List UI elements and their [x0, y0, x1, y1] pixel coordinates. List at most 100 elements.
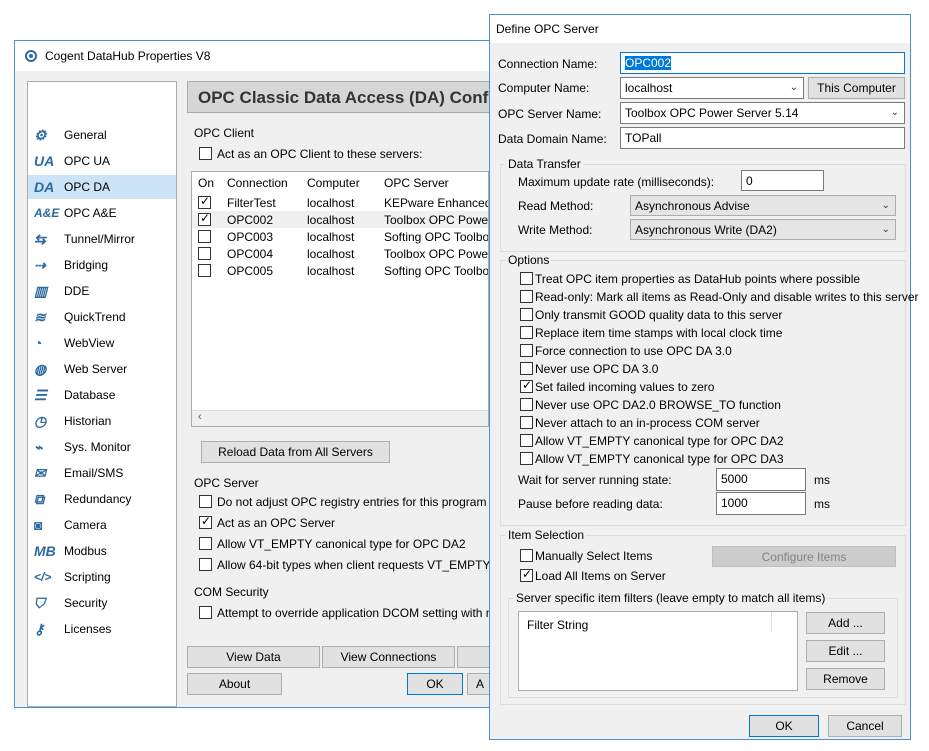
chevron-down-icon[interactable]: ⌄: [882, 220, 890, 239]
this-computer-button[interactable]: This Computer: [808, 77, 905, 99]
horizontal-scrollbar[interactable]: ‹: [192, 410, 488, 426]
chevron-down-icon[interactable]: ⌄: [790, 78, 798, 98]
sidebar-item-scripting[interactable]: </> Scripting: [28, 565, 176, 589]
sidebar-item-database[interactable]: ☰ Database: [28, 383, 176, 407]
server-name-combo[interactable]: Toolbox OPC Power Server 5.14 ⌄: [620, 102, 905, 124]
manual-select-checkbox[interactable]: [520, 549, 533, 562]
load-all-checkbox[interactable]: [520, 567, 533, 582]
about-button[interactable]: About: [187, 673, 282, 695]
read-method-label: Read Method:: [518, 199, 594, 213]
view-connections-button[interactable]: View Connections: [322, 646, 455, 668]
table-row[interactable]: OPC003 localhost Softing OPC Toolbox D: [192, 228, 488, 245]
sidebar-item-general[interactable]: ⚙ General: [28, 123, 176, 147]
server-option-checkbox[interactable]: [199, 537, 212, 550]
max-rate-input[interactable]: 0: [741, 170, 824, 191]
connection-name-input[interactable]: OPC002: [620, 52, 905, 74]
pause-reading-input[interactable]: 1000: [716, 492, 806, 515]
wait-unit-label: ms: [814, 473, 830, 487]
filter-string-column[interactable]: Filter String: [527, 618, 588, 632]
option-checkbox[interactable]: [520, 272, 533, 285]
server-name-value: Toolbox OPC Power Server 5.14: [625, 106, 799, 120]
row-enabled-checkbox[interactable]: [198, 211, 211, 226]
view-data-button[interactable]: View Data: [187, 646, 320, 668]
opc-client-group-label: OPC Client: [194, 126, 255, 140]
option-label: Replace item time stamps with local cloc…: [535, 326, 783, 340]
ua-icon: UA: [34, 153, 55, 169]
table-row[interactable]: FilterTest localhost KEPware Enhanced OPC: [192, 194, 488, 211]
row-enabled-checkbox[interactable]: [198, 194, 211, 209]
column-header-connection[interactable]: Connection: [227, 176, 288, 190]
computer-name-combo[interactable]: localhost ⌄: [620, 77, 804, 99]
connection-name-value: OPC002: [625, 56, 672, 70]
dialog-cancel-button[interactable]: Cancel: [828, 715, 902, 737]
row-enabled-checkbox[interactable]: [198, 247, 211, 260]
dcom-override-checkbox[interactable]: [199, 606, 212, 619]
load-all-label: Load All Items on Server: [535, 569, 666, 583]
option-checkbox[interactable]: [520, 344, 533, 357]
sidebar-item-opc-a-e[interactable]: A&E OPC A&E: [28, 201, 176, 225]
sidebar-item-bridging[interactable]: ⇢ Bridging: [28, 253, 176, 277]
option-checkbox[interactable]: [520, 434, 533, 447]
option-checkbox[interactable]: [520, 452, 533, 465]
sidebar-item-opc-da[interactable]: DA OPC DA: [28, 175, 176, 199]
sidebar-item-web-server[interactable]: ◍ Web Server: [28, 357, 176, 381]
add-filter-button[interactable]: Add ...: [806, 612, 885, 634]
sidebar-item-dde[interactable]: ▥ DDE: [28, 279, 176, 303]
sidebar-item-email-sms[interactable]: ✉ Email/SMS: [28, 461, 176, 485]
scroll-left-icon[interactable]: ‹: [198, 411, 202, 423]
sidebar-item-label: Bridging: [64, 258, 109, 272]
sidebar-item-webview[interactable]: ◔ WebView: [28, 331, 176, 355]
sidebar-item-redundancy[interactable]: ⧉ Redundancy: [28, 487, 176, 511]
sidebar-item-opc-ua[interactable]: UA OPC UA: [28, 149, 176, 173]
client-connections-table[interactable]: On Connection Computer OPC Server Filter…: [191, 171, 489, 427]
dcom-override-label: Attempt to override application DCOM set…: [217, 606, 535, 620]
column-header-opc-server[interactable]: OPC Server: [384, 176, 449, 190]
sidebar-item-historian[interactable]: ◷ Historian: [28, 409, 176, 433]
sidebar-item-sys-monitor[interactable]: ⌁ Sys. Monitor: [28, 435, 176, 459]
chevron-down-icon[interactable]: ⌄: [891, 103, 899, 123]
table-row[interactable]: OPC004 localhost Toolbox OPC Power Server: [192, 245, 488, 262]
data-domain-input[interactable]: TOPall: [620, 127, 905, 149]
row-enabled-checkbox[interactable]: [198, 230, 211, 243]
read-method-combo[interactable]: Asynchronous Advise ⌄: [630, 195, 896, 216]
ok-button[interactable]: OK: [407, 673, 463, 695]
option-checkbox[interactable]: [520, 308, 533, 321]
server-option-checkbox[interactable]: [199, 514, 212, 529]
extra-button[interactable]: [457, 646, 493, 668]
sidebar-item-security[interactable]: ⛉ Security: [28, 591, 176, 615]
sidebar-item-label: OPC DA: [64, 180, 111, 194]
da-icon: DA: [34, 179, 55, 195]
remove-filter-button[interactable]: Remove: [806, 668, 885, 690]
column-header-computer[interactable]: Computer: [307, 176, 360, 190]
option-checkbox[interactable]: [520, 326, 533, 339]
sidebar-item-modbus[interactable]: MB Modbus: [28, 539, 176, 563]
row-enabled-checkbox[interactable]: [198, 264, 211, 277]
write-method-combo[interactable]: Asynchronous Write (DA2) ⌄: [630, 219, 896, 240]
option-checkbox[interactable]: [520, 398, 533, 411]
act-as-client-checkbox[interactable]: [199, 147, 212, 160]
filter-list[interactable]: Filter String: [518, 611, 798, 691]
chevron-down-icon[interactable]: ⌄: [882, 196, 890, 215]
edit-filter-button[interactable]: Edit ...: [806, 640, 885, 662]
option-label: Allow VT_EMPTY canonical type for OPC DA…: [535, 434, 784, 448]
table-row[interactable]: OPC002 localhost Toolbox OPC Power Server: [192, 211, 488, 228]
sidebar-item-licenses[interactable]: ⚷ Licenses: [28, 617, 176, 641]
dialog-ok-button[interactable]: OK: [749, 715, 819, 737]
configure-items-button[interactable]: Configure Items: [712, 546, 896, 567]
sidebar-item-tunnel-mirror[interactable]: ⇆ Tunnel/Mirror: [28, 227, 176, 251]
option-checkbox[interactable]: [520, 290, 533, 303]
option-checkbox[interactable]: [520, 362, 533, 375]
reload-data-button[interactable]: Reload Data from All Servers: [201, 441, 390, 463]
gauge-icon: ◔: [34, 335, 43, 351]
server-option-checkbox[interactable]: [199, 495, 212, 508]
wait-server-input[interactable]: 5000: [716, 468, 806, 491]
cell-server: Softing OPC Toolbox D: [384, 264, 489, 278]
column-header-on[interactable]: On: [198, 176, 214, 190]
option-checkbox[interactable]: [520, 378, 533, 393]
computer-name-label: Computer Name:: [498, 81, 590, 95]
option-checkbox[interactable]: [520, 416, 533, 429]
sidebar-item-camera[interactable]: ◙ Camera: [28, 513, 176, 537]
server-option-checkbox[interactable]: [199, 558, 212, 571]
table-row[interactable]: OPC005 localhost Softing OPC Toolbox D: [192, 262, 489, 279]
sidebar-item-quicktrend[interactable]: ≋ QuickTrend: [28, 305, 176, 329]
